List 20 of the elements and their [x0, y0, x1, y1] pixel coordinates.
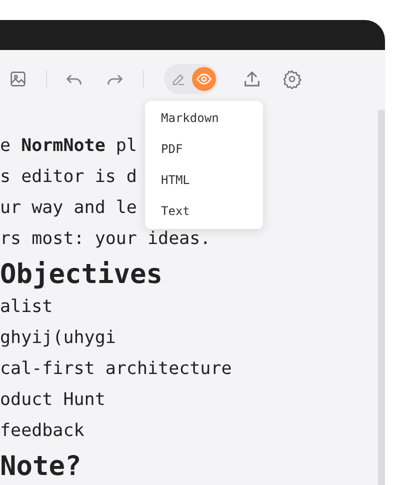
text-line: ghyij(uhygi — [0, 327, 116, 350]
menu-item[interactable]: Text — [145, 196, 263, 227]
image-icon[interactable] — [8, 69, 28, 89]
menu-item[interactable]: PDF — [145, 134, 263, 165]
upload-icon[interactable] — [242, 69, 262, 89]
text-line: s editor is d — [0, 166, 137, 189]
heading: Note? — [0, 450, 82, 484]
text-line: oduct Hunt — [0, 389, 106, 412]
text-line: ur way and le — [0, 197, 137, 220]
text-line: alist — [0, 296, 53, 319]
heading: Objectives — [0, 258, 163, 292]
scrollbar[interactable] — [378, 110, 385, 485]
text-line: rs most: your ideas. — [0, 228, 211, 251]
menu-item[interactable]: HTML — [145, 165, 263, 196]
text-line: e NormNote pl — [0, 135, 137, 158]
text-line: cal-first architecture — [0, 358, 232, 381]
text-line: feedback — [0, 420, 84, 443]
eye-icon[interactable] — [192, 67, 216, 91]
settings-icon[interactable] — [282, 69, 302, 89]
menu-item[interactable]: Markdown — [145, 103, 263, 134]
